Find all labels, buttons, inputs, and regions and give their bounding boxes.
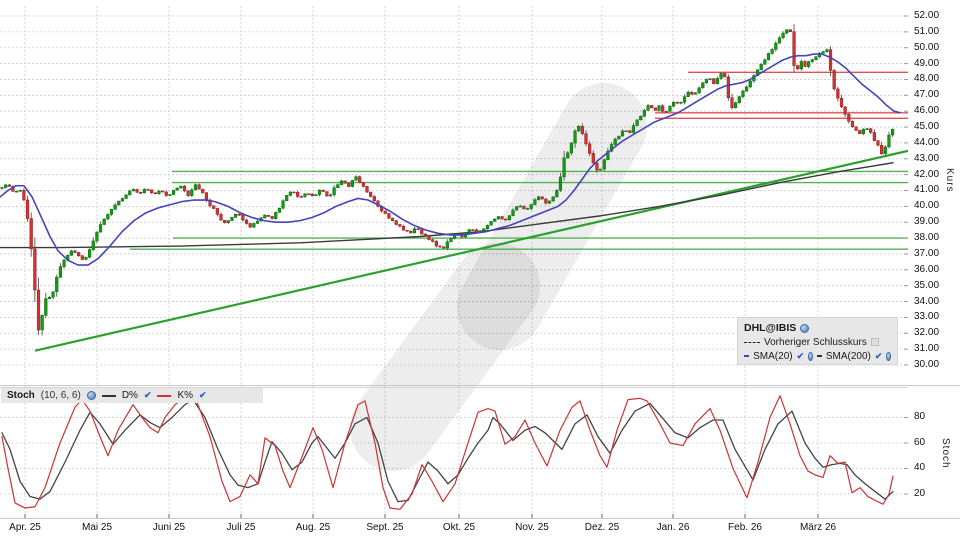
price-tick-label: 43.00 (914, 152, 940, 164)
price-tick-label: 39.00 (914, 216, 940, 228)
month-label: Apr. 25 (9, 522, 41, 533)
price-tick-label: 31.00 (914, 343, 940, 355)
price-tick-label: 30.00 (914, 358, 940, 370)
stochastic-panel[interactable] (0, 387, 908, 518)
instrument-name: DHL@IBIS (744, 322, 797, 334)
month-label: Juni 25 (152, 522, 186, 533)
d-checkbox[interactable]: ✔ (144, 391, 152, 400)
price-tick-label: 47.00 (914, 89, 940, 101)
month-label: Juli 25 (226, 522, 256, 533)
stoch-name: Stoch (7, 390, 35, 401)
stoch-tick-label: 80 (914, 411, 926, 423)
price-tick-label: 41.00 (914, 184, 940, 196)
sma200-checkbox[interactable]: ✔ (875, 351, 883, 361)
month-label: Nov. 25 (515, 522, 549, 533)
price-tick-label: 42.00 (914, 168, 940, 180)
month-label: Jan. 26 (656, 522, 690, 533)
bottom-axis-line (0, 518, 960, 519)
price-tick-label: 38.00 (914, 232, 940, 244)
price-tick-label: 36.00 (914, 263, 940, 275)
prev-close-line-sample (744, 341, 760, 343)
chart-legend: DHL@IBIS Vorheriger Schlusskurs SMA(20) … (737, 317, 898, 365)
price-tick-label: 44.00 (914, 136, 940, 148)
stoch-legend: Stoch (10, 6, 6) D% ✔ K% ✔ (1, 388, 263, 403)
price-tick-label: 52.00 (914, 10, 940, 21)
sma20-line-sample (744, 355, 750, 357)
month-label: Sept. 25 (366, 522, 404, 533)
price-tick-label: 33.00 (914, 311, 940, 323)
price-axis-title: Kurs (944, 168, 955, 193)
price-tick-label: 51.00 (914, 25, 940, 37)
stoch-params: (10, 6, 6) (40, 390, 81, 401)
sma200-line-sample (816, 355, 822, 357)
stoch-tick-label: 40 (914, 462, 926, 474)
price-tick-label: 37.00 (914, 247, 940, 259)
price-tick-label: 34.00 (914, 295, 940, 307)
prev-close-label: Vorheriger Schlusskurs (764, 336, 867, 348)
sma200-label: SMA(200) (825, 350, 871, 362)
globe-icon[interactable] (800, 323, 810, 333)
globe-icon[interactable] (86, 391, 96, 400)
globe-icon[interactable] (808, 351, 813, 361)
globe-icon[interactable] (886, 351, 891, 361)
stoch-axis-title: Stoch (940, 438, 951, 469)
price-tick-label: 40.00 (914, 200, 940, 212)
panel-separator (0, 385, 960, 386)
sma20-checkbox[interactable]: ✔ (797, 351, 805, 361)
k-label: K% (177, 390, 194, 401)
price-tick-label: 50.00 (914, 41, 940, 53)
price-tick-label: 45.00 (914, 121, 940, 133)
sma20-label: SMA(20) (753, 350, 793, 362)
price-tick-label: 35.00 (914, 279, 940, 291)
stoch-tick-label: 20 (914, 488, 926, 499)
price-tick-label: 48.00 (914, 73, 940, 85)
price-tick-label: 49.00 (914, 57, 940, 69)
k-checkbox[interactable]: ✔ (199, 391, 207, 400)
month-label: Dez. 25 (584, 522, 620, 533)
price-tick-label: 32.00 (914, 327, 940, 339)
month-label: März 26 (799, 522, 837, 533)
month-label: Okt. 25 (442, 522, 476, 533)
prev-close-checkbox[interactable] (870, 338, 879, 346)
month-label: Feb. 26 (728, 522, 762, 533)
month-label: Aug. 25 (295, 522, 331, 533)
d-label: D% (121, 390, 138, 401)
stoch-tick-label: 60 (914, 436, 926, 448)
chart-window: 52.00 51.00 50.00 49.00 48.00 47.00 46.00 45.00… (0, 0, 960, 540)
month-label: Mai 25 (81, 522, 113, 533)
d-line-sample (101, 394, 116, 397)
price-tick-label: 46.00 (914, 105, 940, 117)
k-line-sample (157, 394, 172, 397)
